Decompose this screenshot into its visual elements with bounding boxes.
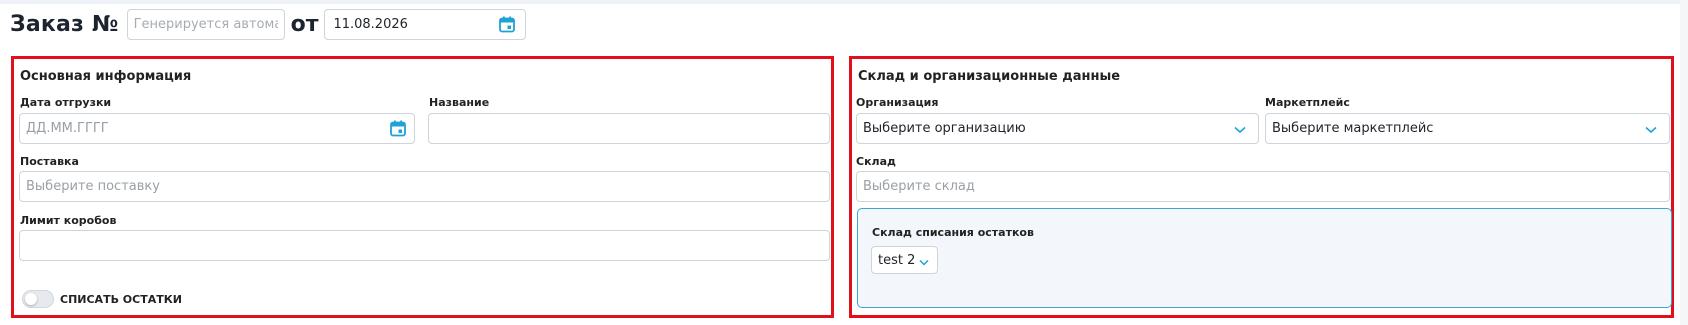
calendar-icon[interactable] [390,120,406,141]
organization-label: Организация [856,96,939,109]
page-scrollbar[interactable] [1680,0,1688,325]
box-limit-label: Лимит коробов [20,214,117,227]
marketplace-label: Маркетплейс [1265,96,1350,109]
ship-date-placeholder: ДД.ММ.ГГГГ [26,121,109,136]
warehouse-panel: Склад и организационные данные Организац… [849,56,1674,318]
marketplace-placeholder: Выберите маркетплейс [1272,121,1434,136]
from-label: от [290,11,319,37]
chevron-down-icon [1234,123,1246,138]
chevron-down-icon [1645,123,1657,138]
marketplace-select[interactable]: Выберите маркетплейс [1265,113,1670,144]
calendar-icon[interactable] [499,16,516,37]
order-header: Заказ № от 11.08.2026 [10,8,527,40]
organization-select[interactable]: Выберите организацию [856,113,1259,144]
chevron-down-icon [919,255,929,270]
main-info-panel: Основная информация Дата отгрузки ДД.ММ.… [11,56,834,318]
toggle-knob [25,293,37,305]
top-bar [0,0,1688,4]
supply-select[interactable]: Выберите поставку [19,171,830,202]
warehouse-label: Склад [856,155,896,168]
writeoff-warehouse-box: Склад списания остатков test 2 [857,208,1672,308]
write-off-toggle[interactable] [22,290,54,308]
writeoff-warehouse-select[interactable]: test 2 [871,246,938,274]
name-input[interactable] [428,113,830,144]
order-date-value: 11.08.2026 [333,16,408,32]
order-title: Заказ № [10,11,119,37]
name-label: Название [429,96,490,109]
order-number-input[interactable] [126,8,285,40]
write-off-toggle-label: СПИСАТЬ ОСТАТКИ [60,293,182,306]
panel-title: Основная информация [20,69,192,84]
supply-label: Поставка [20,155,79,168]
writeoff-warehouse-label: Склад списания остатков [872,226,1034,239]
box-limit-input[interactable] [19,230,830,261]
supply-placeholder: Выберите поставку [26,179,160,194]
warehouse-select[interactable]: Выберите склад [856,171,1670,202]
organization-placeholder: Выберите организацию [863,121,1026,136]
order-date-field[interactable]: 11.08.2026 [324,8,527,40]
ship-date-field[interactable]: ДД.ММ.ГГГГ [19,113,415,144]
warehouse-placeholder: Выберите склад [863,179,975,194]
writeoff-warehouse-value: test 2 [878,252,916,268]
panel-title: Склад и организационные данные [858,69,1121,84]
ship-date-label: Дата отгрузки [20,96,112,109]
